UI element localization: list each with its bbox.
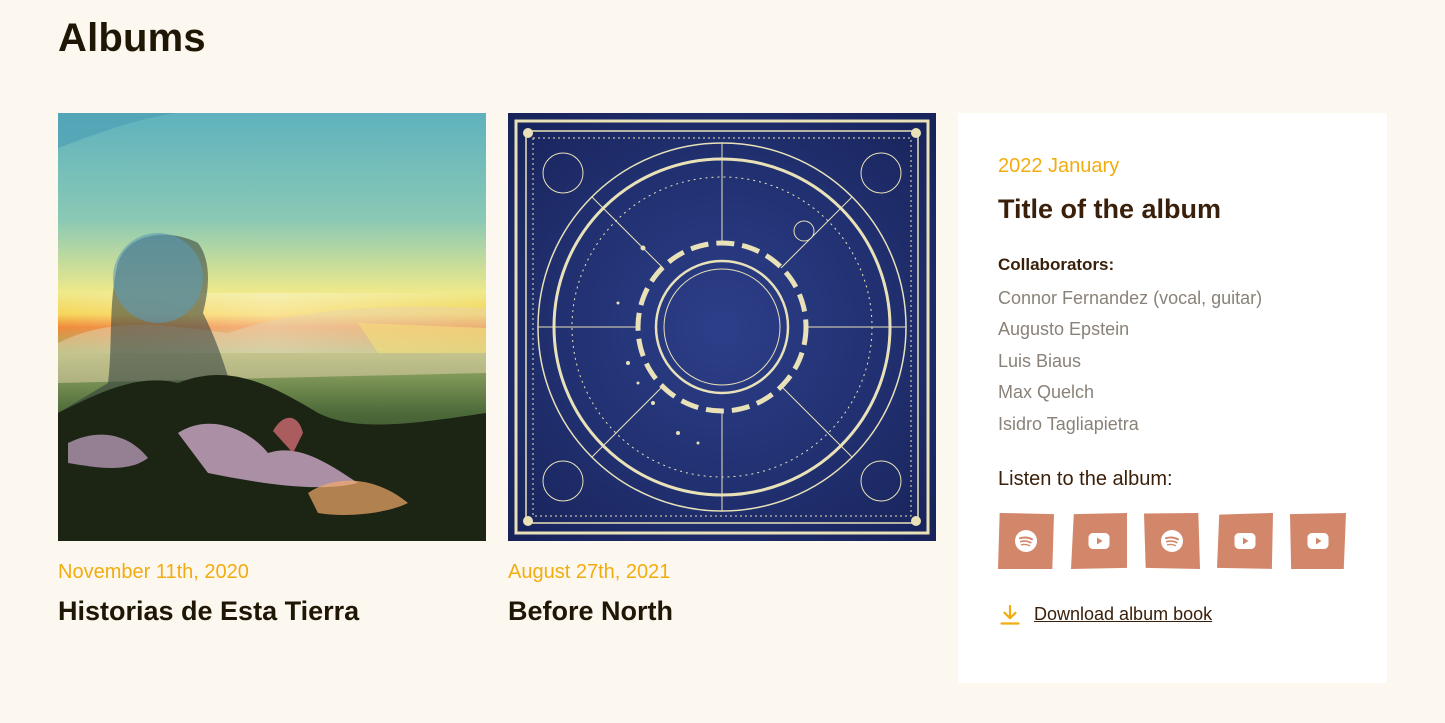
- collaborators-list: Connor Fernandez (vocal, guitar) Augusto…: [998, 283, 1347, 440]
- youtube-icon: [1088, 532, 1110, 549]
- youtube-button[interactable]: [1217, 512, 1273, 569]
- album-cover-image[interactable]: [508, 113, 936, 541]
- album-cover-image[interactable]: [58, 113, 486, 541]
- download-icon: [1000, 604, 1020, 625]
- album-release-date: August 27th, 2021: [508, 561, 671, 583]
- album-release-date: November 11th, 2020: [58, 561, 249, 583]
- album-title: Title of the album: [998, 194, 1222, 224]
- collaborator-item: Connor Fernandez (vocal, guitar): [998, 288, 1263, 308]
- album-title[interactable]: Before North: [508, 596, 936, 627]
- collaborator-item: Luis Biaus: [998, 350, 1082, 371]
- album-release-date: 2022 January: [998, 155, 1120, 177]
- album-card[interactable]: August 27th, 2021 Before North: [508, 113, 936, 627]
- download-label[interactable]: Download album book: [1034, 604, 1212, 625]
- spotify-button[interactable]: [998, 512, 1054, 569]
- collaborators-heading: Collaborators:: [998, 255, 1115, 274]
- collaborator-item: Isidro Tagliapietra: [998, 413, 1139, 434]
- page-title: Albums: [58, 16, 206, 60]
- album-card[interactable]: November 11th, 2020 Historias de Esta Ti…: [58, 113, 486, 627]
- album-detail-panel: 2022 January Title of the album Collabor…: [958, 113, 1387, 683]
- collaborator-item: Augusto Epstein: [998, 319, 1130, 340]
- spotify-icon: [1015, 529, 1037, 552]
- youtube-icon: [1307, 532, 1329, 549]
- youtube-button[interactable]: [1290, 512, 1346, 569]
- youtube-button[interactable]: [1071, 512, 1127, 569]
- spotify-icon: [1161, 529, 1183, 552]
- listen-label: Listen to the album:: [998, 467, 1173, 490]
- album-title[interactable]: Historias de Esta Tierra: [58, 596, 486, 627]
- youtube-icon: [1234, 532, 1256, 549]
- collaborator-item: Max Quelch: [998, 382, 1095, 403]
- spotify-button[interactable]: [1144, 512, 1200, 569]
- streaming-links: [998, 512, 1347, 569]
- download-album-book-link[interactable]: Download album book: [998, 603, 1347, 627]
